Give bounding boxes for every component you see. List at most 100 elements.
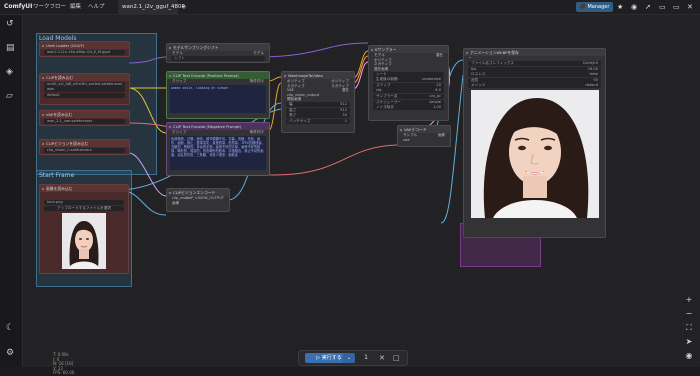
field-value: uni_pc (429, 93, 441, 98)
control-after-generate-field[interactable]: 生成後の制御 randomize (373, 77, 444, 83)
menu-edit[interactable]: 編集 (70, 0, 81, 14)
upload-button[interactable]: アップロードするファイルを選択 (44, 205, 124, 211)
node-title: Unet Loader (GGUF) (40, 42, 129, 49)
denoise-field[interactable]: ノイズ除去 1.00 (373, 105, 444, 111)
panel-icon[interactable]: ▭ (659, 0, 666, 14)
field-label: ステップ (376, 82, 391, 87)
method-field[interactable]: メソッド default (468, 83, 601, 89)
lossless-field[interactable]: ロスレス false (468, 72, 601, 78)
manager-button[interactable]: ⬛ Manager (576, 2, 613, 12)
folder-icon[interactable]: ▱ (6, 91, 13, 101)
node-canvas[interactable]: Load Models Start Frame Unet Loader (GGU… (23, 15, 700, 375)
workflow-tab[interactable]: wan2.1_i2v_gguf_480P ● (118, 0, 185, 24)
node-load-image[interactable]: 画像を読み込む face.png アップロードするファイルを選択 (39, 184, 129, 274)
scheduler-field[interactable]: スケジューラー simple (373, 99, 444, 105)
star-icon[interactable]: ★ (617, 0, 623, 14)
clip-vision-name-field[interactable]: clip_vision_h.safetensors (44, 147, 125, 153)
positive-prompt-textarea[interactable]: woman smile, looking at viewer (170, 84, 266, 113)
run-label: 実行する (321, 355, 342, 361)
close-icon[interactable]: ✕ (687, 0, 693, 14)
filename-prefix-field[interactable]: ファイル名プレフィックス ComfyUI (468, 61, 601, 67)
node-clip-vision-encode[interactable]: CLIPビジョンエンコード clip_vision CLIP_VISION_OUT… (166, 188, 230, 212)
vae-name-field[interactable]: wan_2.1_vae.safetensors (44, 118, 125, 124)
clip-device-field[interactable]: default (44, 92, 125, 98)
node-model-sampling-shift[interactable]: モデルサンプリングシフト モデル モデル シフト (166, 43, 270, 63)
width-field[interactable]: 幅 512 (286, 102, 350, 108)
add-tab-button[interactable]: + (181, 0, 187, 14)
field-value: randomize (421, 77, 441, 82)
cancel-icon[interactable]: ✕ (379, 353, 385, 363)
steps-field[interactable]: ステップ 20 (373, 82, 444, 88)
manager-label: Manager (587, 4, 610, 10)
field-label: cfg (376, 88, 382, 93)
node-clip-vision-loader[interactable]: CLIPビジョンを読み込む clip_vision_h.safetensors (39, 139, 130, 155)
fullscreen-icon[interactable]: ▭ (673, 0, 680, 14)
slot-images[interactable]: • (464, 56, 605, 61)
output-label: 条件付け (249, 130, 264, 134)
batch-count-input[interactable]: 1 (359, 353, 373, 363)
input-label: clip_vision_output (287, 92, 320, 97)
stop-icon[interactable]: □ (393, 353, 400, 363)
slot-vae[interactable]: vae (398, 138, 450, 143)
field-value: 16.00 (587, 66, 598, 71)
sampler-name-field[interactable]: サンプラー名 uni_pc (373, 93, 444, 99)
clip-type-field[interactable]: wan (44, 87, 125, 93)
node-positive-prompt[interactable]: CLIP Text Encode (Positive Prompt) クリップ 条… (166, 71, 270, 119)
portrait-image (62, 212, 106, 269)
slot-start-image[interactable]: 開始画像 (282, 97, 354, 102)
node-unet-loader[interactable]: Unet Loader (GGUF) wan2.1-i2v-14b-480p-Q… (39, 41, 130, 57)
fps-field[interactable]: fps 16.00 (468, 66, 601, 72)
shift-field[interactable]: シフト (171, 56, 265, 62)
share-icon[interactable]: ➚ (645, 0, 651, 14)
clip-name-field[interactable]: umt5_xxl_fp8_e4m3fn_scaled.safetensors (44, 81, 125, 87)
node-wan-image-to-video[interactable]: WanImageToVideo ポジティブ ポジティブ ネガティブ ネガティブ VA… (281, 71, 355, 133)
visibility-icon[interactable]: ◉ (684, 351, 694, 360)
slot-clip[interactable]: クリップ 条件付け (167, 79, 269, 84)
negative-prompt-textarea[interactable]: 色调艳丽，过曝，静态，细节模糊不清，字幕，风格，作品，画作，画面，静止，整体发灰… (170, 135, 266, 170)
node-vae-loader[interactable]: VAEを読み込む wan_2.1_vae.safetensors (39, 110, 130, 126)
slot-clip[interactable]: クリップ 条件付け (167, 130, 269, 135)
seed-field[interactable]: シード (373, 71, 444, 77)
field-label: 生成後の制御 (376, 77, 398, 82)
node-title: CLIPビジョンエンコード (167, 189, 229, 196)
node-clip-loader[interactable]: CLIPを読み込む umt5_xxl_fp8_e4m3fn_scaled.saf… (39, 73, 130, 105)
input-label: • (469, 56, 472, 60)
node-library-icon[interactable]: ◈ (6, 67, 13, 77)
node-negative-prompt[interactable]: CLIP Text Encode (Negative Prompt) クリップ 条… (166, 122, 270, 176)
quality-field[interactable]: 品質 90 (468, 77, 601, 83)
field-value: 90 (593, 77, 598, 82)
settings-icon[interactable]: ⚙ (6, 348, 14, 358)
field-value: 1.00 (432, 105, 441, 110)
slot-latent[interactable]: 潜在画像 (369, 67, 448, 72)
node-title: VAEを読み込む (40, 111, 129, 118)
height-field[interactable]: 高さ 512 (286, 107, 350, 113)
cfg-field[interactable]: cfg 6.0 (373, 88, 444, 94)
queue-icon[interactable]: ▤ (6, 43, 15, 53)
field-value: 6.0 (435, 88, 441, 93)
image-file-field[interactable]: face.png (44, 200, 124, 205)
unet-name-field[interactable]: wan2.1-i2v-14b-480p-Q4_K_M.gguf (44, 49, 125, 55)
zoom-in-icon[interactable]: + (684, 295, 694, 304)
output-image-preview (470, 90, 599, 219)
node-ksampler[interactable]: Kサンプラー モデル 潜在 ポジティブ ネガティブ 潜在画像 シード 生成後の制御… (368, 45, 449, 121)
node-save-animated-webp[interactable]: アニメーションWEBPを保存 • ファイル名プレフィックス ComfyUI fps… (463, 48, 606, 238)
bell-icon[interactable]: ◉ (631, 0, 637, 14)
stat-line: FPS: 60.00 (53, 370, 75, 375)
theme-toggle-icon[interactable]: ☾ (6, 323, 14, 333)
menu-help[interactable]: ヘルプ (88, 0, 105, 14)
fit-view-icon[interactable]: ⛶ (684, 323, 694, 333)
slot-image[interactable]: 画像 (167, 201, 229, 206)
run-options-chevron-icon[interactable]: ⌄ (343, 353, 355, 363)
pointer-mode-icon[interactable]: ➤ (684, 337, 694, 346)
field-value: simple (429, 99, 441, 104)
node-vae-decode[interactable]: VAEデコード サンプル 画像 vae (397, 125, 451, 147)
output-label: 条件付け (249, 79, 264, 83)
length-field[interactable]: 長さ 33 (286, 113, 350, 119)
batch-size-field[interactable]: バッチサイズ 1 (286, 118, 350, 124)
top-bar: ComfyUI ワークフロー 編集 ヘルプ wan2.1_i2v_gguf_48… (0, 0, 700, 24)
slot-model[interactable]: モデル モデル (167, 51, 269, 56)
portrait-image (470, 90, 599, 219)
history-icon[interactable]: ↺ (6, 19, 14, 29)
zoom-out-icon[interactable]: − (684, 309, 694, 318)
menu-workflow[interactable]: ワークフロー (33, 0, 66, 14)
